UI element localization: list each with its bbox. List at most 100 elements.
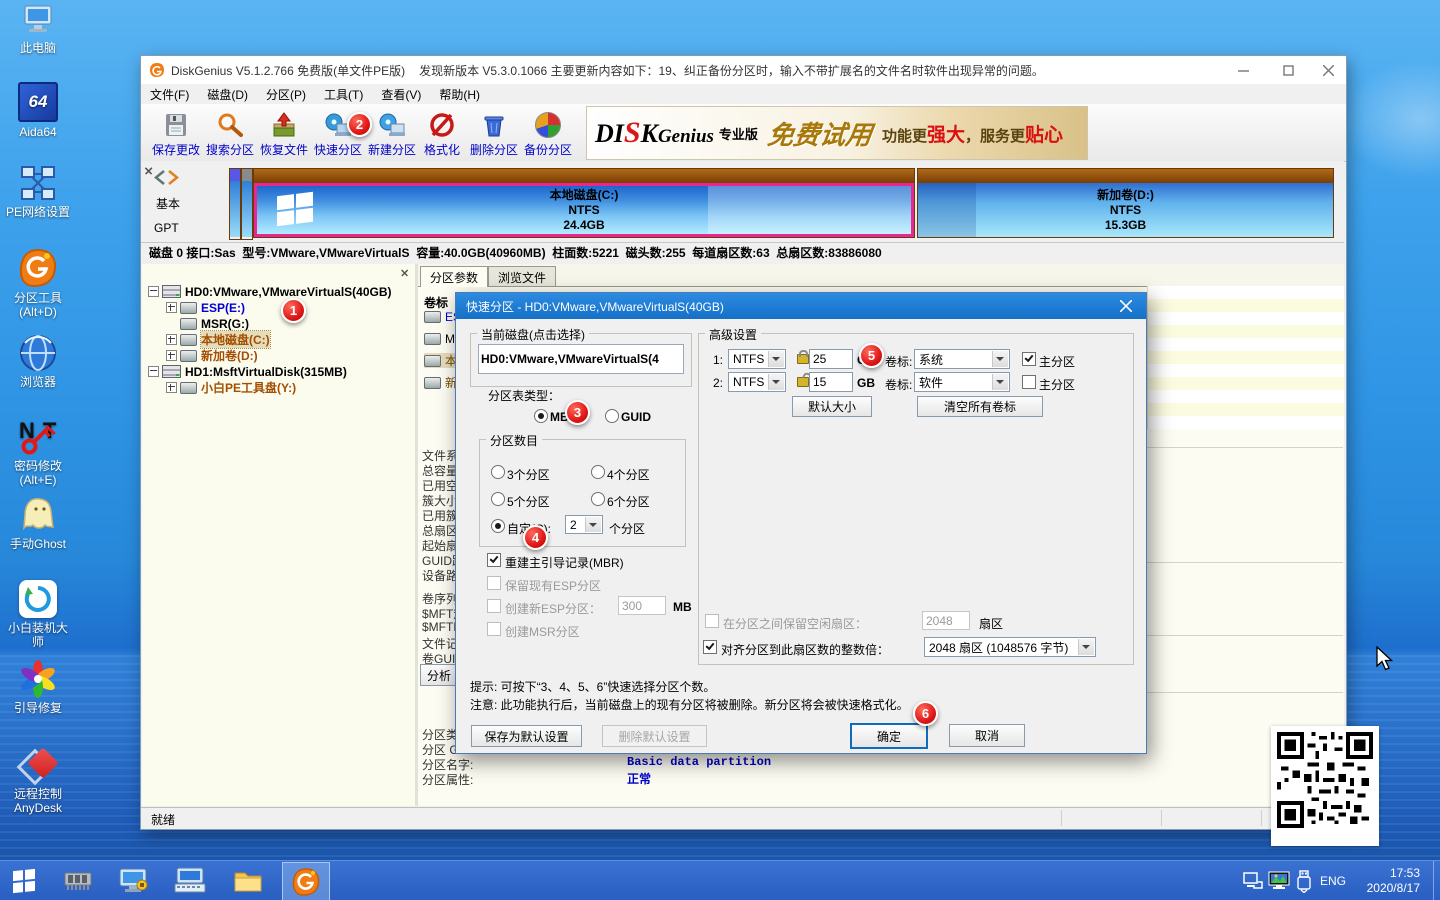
minimize-button[interactable] [1221, 56, 1266, 84]
taskbar-file-explorer[interactable] [228, 861, 268, 900]
toolbar-backup-partition-button[interactable]: 备份分区 [521, 106, 575, 160]
menu-item-tools[interactable]: 工具(T) [315, 86, 372, 103]
desktop-icon-manual-ghost[interactable]: 手动Ghost [2, 496, 74, 551]
tree-item-c[interactable]: 本地磁盘(C:) [166, 332, 270, 347]
checkbox-rebuild-mbr[interactable] [487, 553, 501, 567]
radio-5-partitions[interactable] [491, 492, 505, 506]
checkbox-keep-gap[interactable] [705, 614, 719, 628]
desktop-icon-aida64[interactable]: 64 Aida64 [2, 82, 74, 139]
start-button[interactable] [0, 861, 48, 900]
radio-mbr[interactable] [534, 409, 548, 423]
row2-vol-select[interactable]: 软件 [914, 372, 1010, 392]
save-default-button[interactable]: 保存为默认设置 [471, 725, 582, 747]
tree-item-esp[interactable]: ESP(E:) [166, 300, 245, 315]
gap-sectors-input[interactable] [922, 611, 970, 630]
radio-6-partitions[interactable] [591, 492, 605, 506]
tray-display-icon[interactable] [1266, 861, 1294, 900]
taskbar-screen-tool[interactable] [114, 861, 154, 900]
current-disk-box[interactable]: HD0:VMware,VMwareVirtualS(4 [478, 344, 684, 374]
expand-icon[interactable] [166, 334, 177, 345]
toolbar-search-partition-button[interactable]: 搜索分区 [203, 106, 257, 160]
nav-back-icon[interactable] [153, 170, 166, 185]
row1-vol-select[interactable]: 系统 [914, 349, 1010, 369]
expand-icon[interactable] [166, 302, 177, 313]
status-bar: 就绪 [141, 807, 1344, 828]
tray-language[interactable]: ENG [1316, 861, 1350, 900]
menu-item-partition[interactable]: 分区(P) [257, 86, 315, 103]
desktop-icon-pe-network[interactable]: PE网络设置 [2, 164, 74, 219]
menu-item-view[interactable]: 查看(V) [372, 86, 430, 103]
tree-item-hd0[interactable]: HD0:VMware,VMwareVirtualS(40GB) [148, 284, 392, 299]
row1-primary-checkbox[interactable] [1022, 352, 1036, 366]
checkbox-create-msr[interactable] [487, 622, 501, 636]
nav-forward-icon[interactable] [167, 170, 180, 185]
default-size-button[interactable]: 默认大小 [792, 396, 872, 417]
desktop-icon-anydesk[interactable]: 远程控制 AnyDesk [2, 744, 74, 815]
esp-size-unit: MB [673, 600, 692, 614]
clear-labels-button[interactable]: 清空所有卷标 [917, 396, 1043, 417]
partition-d-box[interactable]: 新加卷(D:)NTFS15.3GB [917, 168, 1334, 238]
desktop-icon-boot-repair[interactable]: 引导修复 [2, 660, 74, 715]
row1-size-input[interactable] [809, 349, 853, 369]
radio-4-partitions[interactable] [591, 465, 605, 479]
esp-size-input[interactable] [618, 596, 666, 615]
menu-item-disk[interactable]: 磁盘(D) [198, 86, 257, 103]
collapse-icon[interactable] [148, 286, 159, 297]
promo-banner[interactable]: DISKGenius 专业版 免费试用 功能更强大，服务更贴心 [586, 106, 1088, 160]
expand-icon[interactable] [166, 382, 177, 393]
radio-guid[interactable] [605, 409, 619, 423]
menu-item-help[interactable]: 帮助(H) [430, 86, 489, 103]
toolbar-recover-files-button[interactable]: 恢复文件 [257, 106, 311, 160]
toolbar-save-button[interactable]: 保存更改 [149, 106, 203, 160]
checkbox-keep-esp[interactable] [487, 576, 501, 590]
menu-item-file[interactable]: 文件(F) [141, 86, 198, 103]
row1-fs-select[interactable]: NTFS [728, 349, 786, 369]
expand-icon[interactable] [166, 350, 177, 361]
row2-size-input[interactable] [809, 372, 853, 392]
lock-closed-icon[interactable] [797, 354, 809, 364]
ok-button[interactable]: 确定 [850, 723, 928, 749]
checkbox-align[interactable] [703, 640, 717, 654]
panel-close-icon[interactable] [145, 167, 153, 175]
tree-panel-close-icon[interactable] [401, 269, 409, 277]
toolbar-format-button[interactable]: 格式化 [419, 106, 465, 160]
disk-icon [162, 365, 181, 378]
tray-clock[interactable]: 17:53 2020/8/17 [1350, 861, 1426, 900]
partition-c-box[interactable]: 本地磁盘(C:)NTFS24.4GB [253, 168, 915, 238]
tree-item-hd1[interactable]: HD1:MsftVirtualDisk(315MB) [148, 364, 347, 379]
cancel-button[interactable]: 取消 [949, 724, 1025, 747]
show-desktop-button[interactable] [1433, 861, 1440, 900]
dialog-close-icon[interactable] [1120, 300, 1132, 312]
taskbar-keyboard-tool[interactable] [170, 861, 210, 900]
row2-primary-checkbox[interactable] [1022, 375, 1036, 389]
tab-browse-files[interactable]: 浏览文件 [488, 266, 556, 287]
tray-network-icon[interactable] [1240, 861, 1266, 900]
checkbox-new-esp[interactable] [487, 599, 501, 613]
tab-partition-params[interactable]: 分区参数 [420, 266, 488, 287]
tree-item-y[interactable]: 小白PE工具盘(Y:) [166, 380, 296, 395]
custom-count-select[interactable]: 2 [565, 515, 603, 534]
desktop-icon-password-reset[interactable]: NT 密码修改 (Alt+E) [2, 416, 74, 487]
taskbar-diskgenius-active[interactable] [282, 862, 330, 900]
row2-fs-select[interactable]: NTFS [728, 372, 786, 392]
tree-item-msr[interactable]: MSR(G:) [180, 316, 249, 331]
desktop-icon-xiaobai-installer[interactable]: 小白装机大 师 [2, 580, 74, 649]
partition-c-body: 本地磁盘(C:)NTFS24.4GB [254, 183, 914, 237]
collapse-icon[interactable] [148, 366, 159, 377]
partition-msr-bar[interactable] [241, 168, 253, 240]
radio-3-partitions[interactable] [491, 465, 505, 479]
desktop-icon-browser[interactable]: 浏览器 [2, 334, 74, 389]
toolbar-delete-partition-button[interactable]: 删除分区 [467, 106, 521, 160]
tray-usb-icon[interactable] [1294, 861, 1314, 900]
desktop-icon-partition-tool[interactable]: 分区工具 (Alt+D) [2, 248, 74, 319]
close-button[interactable] [1311, 56, 1346, 84]
lock-open-icon[interactable] [797, 377, 809, 387]
toolbar-new-partition-button[interactable]: 新建分区 [365, 106, 419, 160]
tree-item-d[interactable]: 新加卷(D:) [166, 348, 258, 363]
partition-esp-bar[interactable] [229, 168, 241, 240]
align-select[interactable]: 2048 扇区 (1048576 字节) [924, 637, 1096, 657]
desktop-icon-this-pc[interactable]: 此电脑 [2, 4, 74, 55]
taskbar-ram-tool[interactable] [58, 861, 98, 900]
maximize-button[interactable] [1266, 56, 1311, 84]
radio-custom[interactable] [491, 519, 505, 533]
